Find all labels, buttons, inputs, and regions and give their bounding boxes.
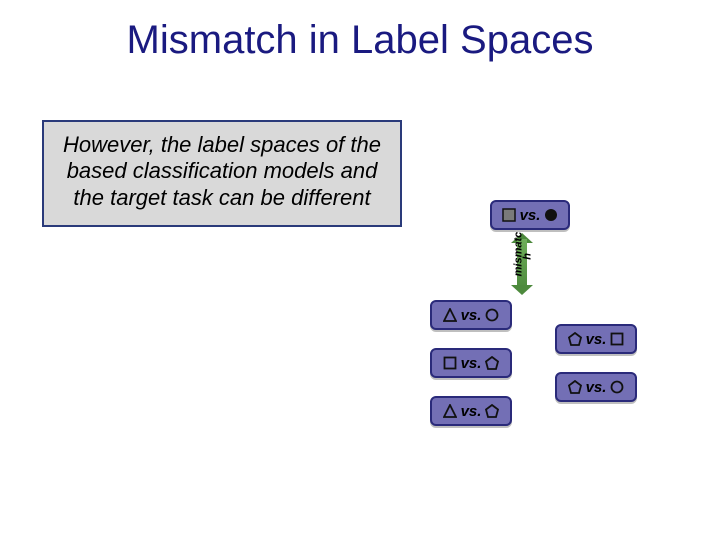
circle-icon — [610, 380, 624, 394]
circle-black-icon — [544, 208, 558, 222]
vs-label: vs. — [586, 331, 607, 348]
pentagon-icon — [568, 332, 582, 346]
callout-box: However, the label spaces of the based c… — [42, 120, 402, 227]
page-title: Mismatch in Label Spaces — [0, 18, 720, 63]
vs-label: vs. — [586, 379, 607, 396]
vs-box-l1: vs. — [430, 300, 512, 330]
pentagon-icon — [485, 356, 499, 370]
triangle-icon — [443, 308, 457, 322]
vs-label: vs. — [461, 355, 482, 372]
vs-label: vs. — [520, 207, 541, 224]
vs-box-top: vs. — [490, 200, 570, 230]
square-icon — [610, 332, 624, 346]
vs-box-r1: vs. — [555, 324, 637, 354]
vs-label: vs. — [461, 307, 482, 324]
vs-label: vs. — [461, 403, 482, 420]
pentagon-icon — [568, 380, 582, 394]
vs-box-l3: vs. — [430, 396, 512, 426]
pentagon-icon — [485, 404, 499, 418]
vs-box-r2: vs. — [555, 372, 637, 402]
vs-box-l2: vs. — [430, 348, 512, 378]
mismatch-label: mismatc h — [515, 236, 534, 276]
triangle-icon — [443, 404, 457, 418]
square-gray-icon — [502, 208, 516, 222]
square-icon — [443, 356, 457, 370]
circle-icon — [485, 308, 499, 322]
